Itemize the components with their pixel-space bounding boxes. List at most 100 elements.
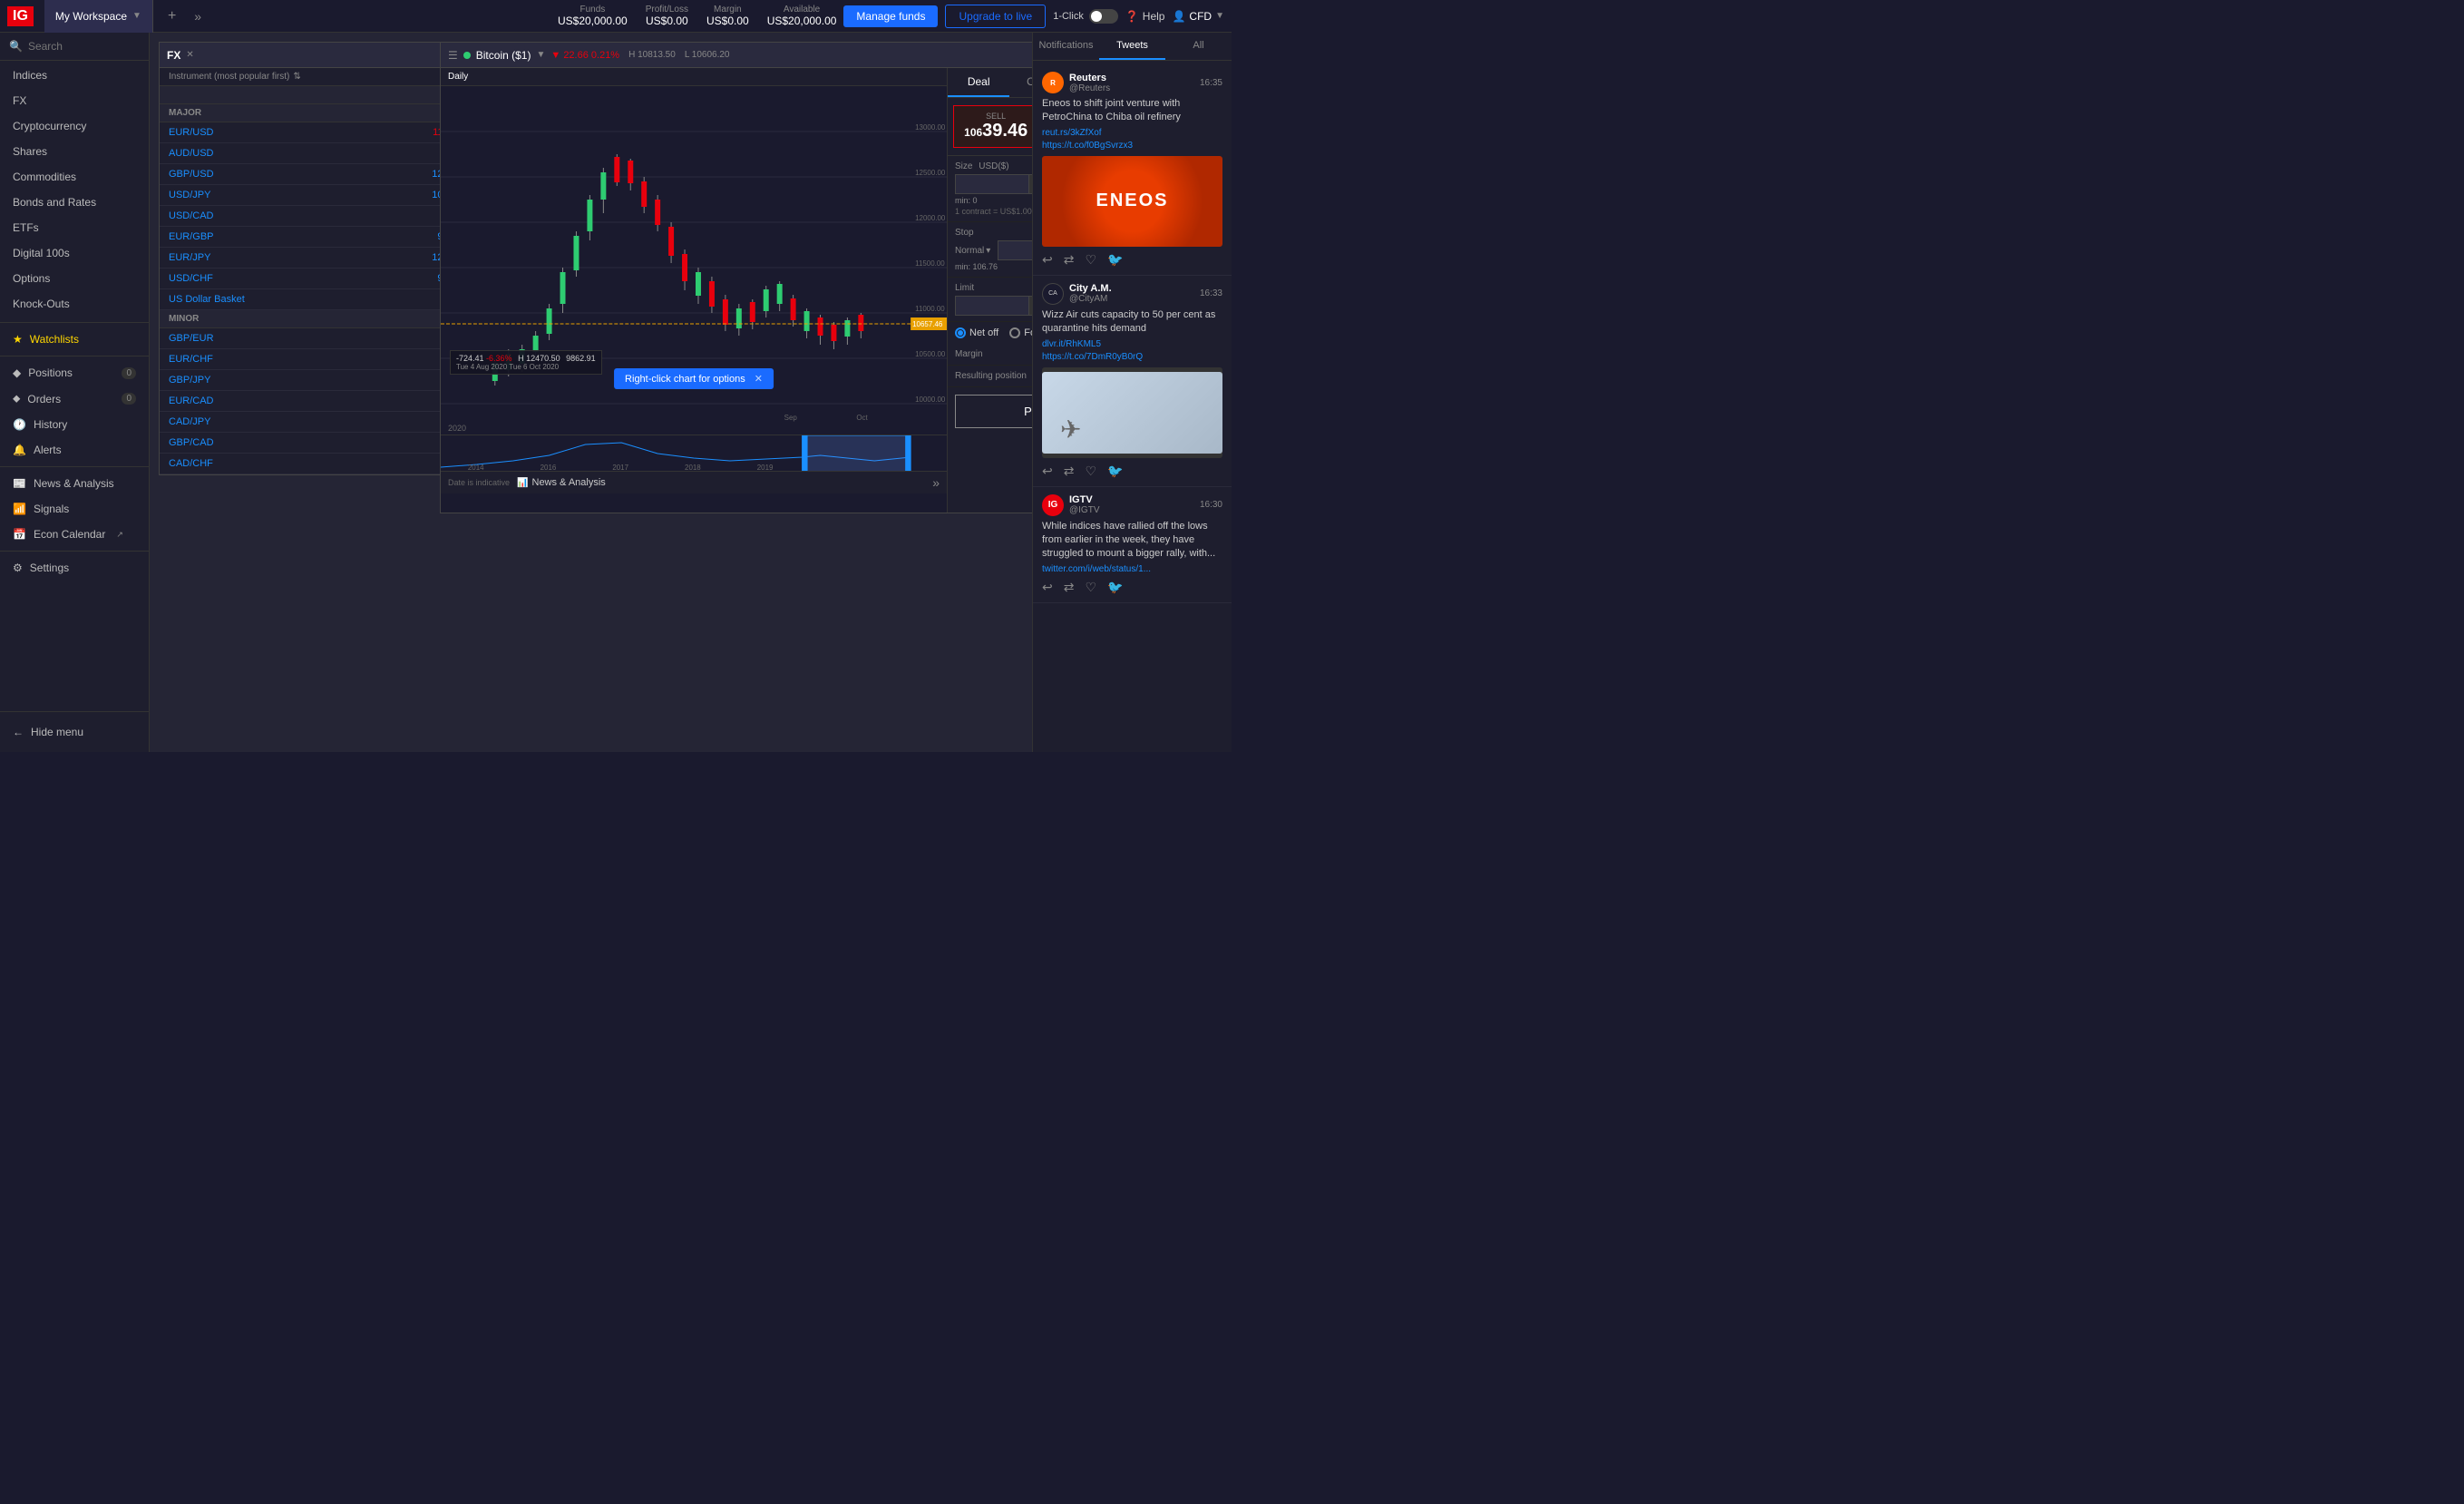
resulting-row: Resulting position -	[948, 366, 1032, 387]
sidebar-item-digital[interactable]: Digital 100s	[0, 240, 149, 266]
igtv-link1[interactable]: twitter.com/i/web/status/1...	[1042, 564, 1151, 574]
sell-price-box[interactable]: SELL 10639.46	[953, 105, 1032, 148]
sidebar-econ-calendar[interactable]: 📅 Econ Calendar ↗	[0, 522, 149, 547]
igtv-twitter-icon[interactable]: 🐦	[1107, 580, 1123, 595]
cityam-link1[interactable]: dlvr.it/RhKML5	[1042, 339, 1101, 349]
help-circle-icon: ❓	[1125, 10, 1139, 23]
limit-down-button[interactable]: ▼	[1028, 306, 1032, 315]
igtv-retweet-icon[interactable]: ⇄	[1064, 580, 1075, 595]
igtv-like-icon[interactable]: ♡	[1085, 580, 1096, 595]
reuters-source-row: R Reuters @Reuters 16:35	[1042, 72, 1222, 93]
reuters-twitter-icon[interactable]: 🐦	[1107, 252, 1123, 268]
cityam-like-icon[interactable]: ♡	[1085, 464, 1096, 479]
mini-chart[interactable]: 2014 2016 2017 2018 2019	[441, 435, 947, 471]
svg-text:2016: 2016	[541, 464, 557, 471]
sidebar-settings[interactable]: ⚙ Settings	[0, 555, 149, 581]
news-icon-sidebar: 📰	[13, 477, 26, 490]
positions-icon: ◆	[13, 366, 21, 379]
net-off-radio[interactable]: Net off	[955, 327, 998, 338]
upgrade-button[interactable]: Upgrade to live	[945, 5, 1046, 28]
notifications-tab[interactable]: Notifications	[1033, 33, 1099, 60]
logo-badge: IG	[7, 6, 34, 26]
sidebar-item-bonds[interactable]: Bonds and Rates	[0, 190, 149, 215]
cityam-retweet-icon[interactable]: ⇄	[1064, 464, 1075, 479]
btc-menu-icon[interactable]: ☰	[448, 49, 458, 62]
reuters-time: 16:35	[1200, 78, 1222, 88]
chart-expand-button[interactable]: »	[932, 475, 940, 490]
sidebar-item-commodities[interactable]: Commodities	[0, 164, 149, 190]
sidebar-item-indices[interactable]: Indices	[0, 63, 149, 88]
econ-label: Econ Calendar	[34, 528, 105, 541]
cityam-twitter-icon[interactable]: 🐦	[1107, 464, 1123, 479]
sidebar-item-fx[interactable]: FX	[0, 88, 149, 113]
sidebar-item-crypto[interactable]: Cryptocurrency	[0, 113, 149, 139]
sidebar-history[interactable]: 🕐 History	[0, 412, 149, 437]
sidebar-news[interactable]: 📰 News & Analysis	[0, 471, 149, 496]
igtv-reply-icon[interactable]: ↩	[1042, 580, 1053, 595]
size-down-button[interactable]: ▼	[1028, 184, 1032, 193]
svg-text:2017: 2017	[612, 464, 628, 471]
news-item-igtv: IG IGTV @IGTV 16:30 While indices have r…	[1033, 487, 1232, 603]
sidebar-item-knockouts[interactable]: Knock-Outs	[0, 291, 149, 317]
stop-normal-button[interactable]: Normal ▾	[955, 246, 990, 256]
sidebar-item-options[interactable]: Options	[0, 266, 149, 291]
force-open-circle	[1009, 327, 1020, 338]
igtv-time: 16:30	[1200, 500, 1222, 510]
chart-period-daily[interactable]: Daily	[448, 72, 468, 82]
hide-menu-button[interactable]: ← Hide menu	[0, 719, 149, 745]
size-input-wrapper[interactable]: ▲ ▼	[955, 174, 1032, 194]
fx-label: FX	[13, 94, 26, 107]
reuters-link1[interactable]: reut.rs/3kZfXof	[1042, 128, 1102, 138]
limit-input[interactable]	[956, 297, 1028, 315]
top-stats: Funds US$20,000.00 Profit/Loss US$0.00 M…	[558, 5, 836, 27]
nav-arrows[interactable]: »	[190, 9, 205, 24]
force-open-radio[interactable]: Force open	[1009, 327, 1032, 338]
sidebar-positions[interactable]: ◆ Positions 0	[0, 360, 149, 386]
sidebar-signals[interactable]: 📶 Signals	[0, 496, 149, 522]
user-menu[interactable]: 👤 CFD ▼	[1172, 10, 1224, 23]
search-input[interactable]	[28, 40, 150, 53]
reuters-link2[interactable]: https://t.co/f0BgSvrzx3	[1042, 141, 1133, 151]
limit-up-button[interactable]: ▲	[1028, 297, 1032, 306]
workspace-dropdown[interactable]: ▼	[132, 11, 141, 21]
add-tab-button[interactable]: +	[161, 8, 183, 24]
igtv-source-row: IG IGTV @IGTV 16:30	[1042, 494, 1222, 516]
all-tab[interactable]: All	[1165, 33, 1232, 60]
workspace-tab[interactable]: My Workspace ▼	[44, 0, 153, 33]
chart-tooltip-banner: Right-click chart for options ✕	[614, 368, 774, 389]
stop-input-wrapper[interactable]: ▲ ▼	[998, 240, 1032, 260]
btc-title-dropdown[interactable]: ▼	[536, 50, 545, 60]
sidebar-orders[interactable]: ⬥ Orders 0	[0, 386, 149, 412]
sidebar-watchlists[interactable]: ★ Watchlists	[0, 327, 149, 352]
sidebar-item-shares[interactable]: Shares	[0, 139, 149, 164]
fx-tab-close[interactable]: ✕	[186, 50, 193, 60]
cityam-reply-icon[interactable]: ↩	[1042, 464, 1053, 479]
news-item-cityam: CA City A.M. @CityAM 16:33 Wizz Air cuts…	[1033, 276, 1232, 487]
tweets-tab[interactable]: Tweets	[1099, 33, 1165, 60]
reuters-retweet-icon[interactable]: ⇄	[1064, 252, 1075, 268]
available-value: US$20,000.00	[767, 15, 837, 27]
divider-1	[0, 322, 149, 323]
reuters-reply-icon[interactable]: ↩	[1042, 252, 1053, 268]
sidebar-item-etfs[interactable]: ETFs	[0, 215, 149, 240]
tooltip-close-button[interactable]: ✕	[755, 373, 763, 385]
reuters-like-icon[interactable]: ♡	[1085, 252, 1096, 268]
news-analysis-footer[interactable]: 📊 News & Analysis	[517, 477, 606, 488]
place-deal-button[interactable]: Place deal	[955, 395, 1032, 428]
history-label: History	[34, 418, 67, 431]
instrument-eurcad: EUR/CAD	[169, 396, 376, 406]
search-container[interactable]: 🔍	[0, 33, 149, 61]
deal-tab-deal[interactable]: Deal	[948, 68, 1009, 97]
deal-tab-order[interactable]: Order	[1009, 68, 1032, 97]
cityam-link2[interactable]: https://t.co/7DmR0yB0rQ	[1042, 352, 1143, 362]
sidebar-alerts[interactable]: 🔔 Alerts	[0, 437, 149, 463]
limit-input-wrapper[interactable]: ▲ ▼	[955, 296, 1032, 316]
manage-funds-button[interactable]: Manage funds	[843, 5, 938, 27]
positions-count: 0	[122, 367, 136, 379]
stop-input[interactable]	[998, 241, 1032, 259]
chart-svg-container[interactable]: 13000.00 12500.00 12000.00 11500.00 1100…	[441, 86, 947, 422]
help-button[interactable]: ❓ Help	[1125, 10, 1165, 23]
size-up-button[interactable]: ▲	[1028, 175, 1032, 184]
size-input[interactable]	[956, 175, 1028, 193]
one-click-switch[interactable]	[1089, 9, 1118, 24]
